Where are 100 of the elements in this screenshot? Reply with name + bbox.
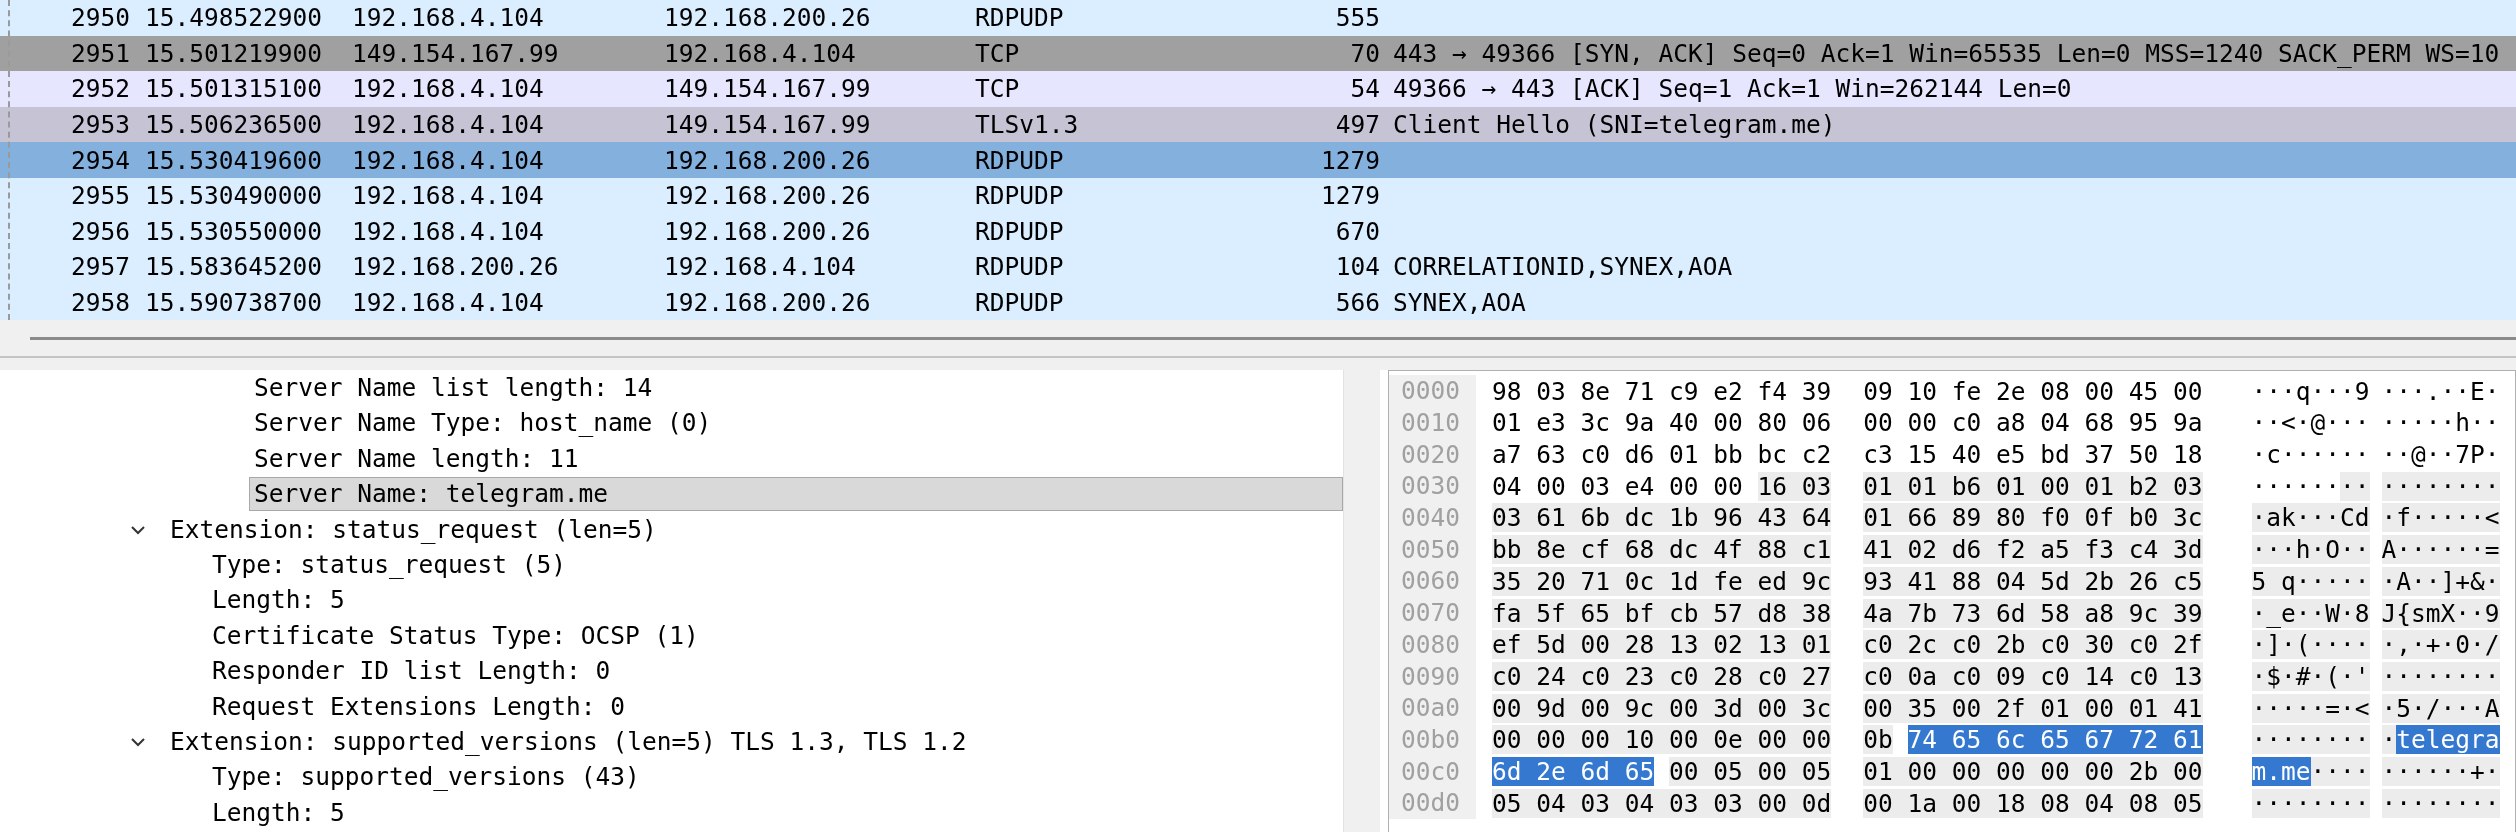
ascii-text[interactable]: ·····=·< xyxy=(2251,693,2370,723)
hex-bytes[interactable]: 01 00 00 00 00 00 2b 00 xyxy=(1863,756,2203,786)
packet-row[interactable]: 2955 15.530490000 192.168.4.104 192.168.200.26 RDPUDP 1279 xyxy=(0,177,2516,214)
ascii-text[interactable]: m.me xyxy=(2251,756,2311,786)
hex-bytes[interactable]: 41 02 d6 f2 a5 f3 c4 3d xyxy=(1863,535,2203,565)
hex-bytes[interactable]: 98 03 8e 71 c9 e2 f4 39 xyxy=(1492,376,1832,406)
packet-info: SYNEX,AOA xyxy=(1393,288,1526,318)
ascii-text[interactable]: · xyxy=(2381,725,2397,755)
hex-bytes[interactable]: 74 65 6c 65 67 72 61 xyxy=(1907,725,2203,755)
tree-item[interactable]: Responder ID list Length: 0 xyxy=(207,654,1343,689)
tree-item[interactable]: Server Name: telegram.me xyxy=(249,477,1343,512)
hex-bytes[interactable]: 01 01 b6 01 00 01 b2 03 xyxy=(1863,471,2203,501)
ascii-text[interactable]: ···q···9 xyxy=(2251,376,2370,406)
ascii-text[interactable]: ········ xyxy=(2251,788,2370,818)
destination-address: 192.168.200.26 xyxy=(664,3,872,33)
source-address: 192.168.4.104 xyxy=(352,145,545,175)
hex-bytes[interactable]: 00 00 c0 a8 04 68 95 9a xyxy=(1863,408,2203,438)
tree-item[interactable]: Extension: status_request (len=5) xyxy=(165,512,1343,547)
packet-row[interactable]: 2954 15.530419600 192.168.4.104 192.168.200.26 RDPUDP 1279 xyxy=(0,142,2516,178)
ascii-text[interactable]: ·····h·· xyxy=(2381,408,2500,438)
packet-length: 1279 xyxy=(1320,181,1380,211)
packet-row[interactable]: 2953 15.506236500 192.168.4.104 149.154.167.99 TLSv1.3 497 Client Hello (SNI=telegram.me) xyxy=(0,106,2516,143)
timestamp: 15.506236500 xyxy=(145,110,323,140)
ascii-text[interactable]: J{smX··9 xyxy=(2381,598,2500,628)
tree-item[interactable]: Length: 5 xyxy=(207,795,1343,830)
hex-bytes[interactable]: 03 61 6b dc 1b 96 43 64 xyxy=(1492,503,1832,533)
ascii-text[interactable]: ···h·O·· xyxy=(2251,535,2370,565)
hex-bytes[interactable]: a7 63 c0 d6 01 bb bc c2 xyxy=(1492,440,1832,470)
packet-row[interactable]: 2956 15.530550000 192.168.4.104 192.168.200.26 RDPUDP 670 xyxy=(0,213,2516,250)
hex-bytes[interactable]: 4a 7b 73 6d 58 a8 9c 39 xyxy=(1863,598,2203,628)
hex-bytes[interactable]: c0 24 c0 23 c0 28 c0 27 xyxy=(1492,661,1832,691)
ascii-text[interactable]: ··@··7P· xyxy=(2381,440,2500,470)
ascii-text[interactable]: ········ xyxy=(2381,788,2500,818)
byte-offset: 0060 xyxy=(1389,565,1476,598)
ascii-text[interactable]: ···.··E· xyxy=(2381,376,2500,406)
hex-bytes[interactable]: bb 8e cf 68 dc 4f 88 c1 xyxy=(1492,535,1832,565)
ascii-text[interactable]: ·c······ xyxy=(2251,440,2370,470)
hex-bytes[interactable]: 00 05 00 05 xyxy=(1669,756,1832,786)
hex-bytes[interactable]: 0b xyxy=(1863,725,1893,755)
ascii-text[interactable]: ·f·····< xyxy=(2381,503,2500,533)
tree-item[interactable]: Extension: supported_versions (len=5) TLS 1.3, TLS 1.2 xyxy=(165,724,1343,759)
ascii-text[interactable]: ··<·@··· xyxy=(2251,408,2370,438)
ascii-text[interactable]: ·· xyxy=(2340,471,2370,501)
scrollbar[interactable] xyxy=(1343,370,1380,832)
hex-bytes[interactable]: c0 2c c0 2b c0 30 c0 2f xyxy=(1863,630,2203,660)
packet-row[interactable]: 2957 15.583645200 192.168.200.26 192.168.4.104 RDPUDP 104 CORRELATIONID,SYNEX,AOA xyxy=(0,249,2516,285)
hex-bytes[interactable]: 35 20 71 0c 1d fe ed 9c xyxy=(1492,566,1832,596)
byte-offset: 0070 xyxy=(1389,597,1476,629)
ascii-text[interactable]: ········ xyxy=(2251,725,2370,755)
hex-bytes[interactable]: c0 0a c0 09 c0 14 c0 13 xyxy=(1863,661,2203,691)
destination-address: 192.168.200.26 xyxy=(664,216,872,246)
hex-bytes[interactable]: 00 9d 00 9c 00 3d 00 3c xyxy=(1492,693,1832,723)
ascii-text[interactable]: ·A··]+&· xyxy=(2381,566,2500,596)
hex-bytes[interactable]: 01 66 89 80 f0 0f b0 3c xyxy=(1863,503,2203,533)
hex-bytes[interactable]: 00 1a 00 18 08 04 08 05 xyxy=(1863,788,2203,818)
hex-bytes[interactable]: 05 04 03 04 03 03 00 0d xyxy=(1492,788,1832,818)
ascii-text[interactable]: telegra xyxy=(2396,725,2500,755)
hex-bytes[interactable]: 6d 2e 6d 65 xyxy=(1492,756,1655,786)
ascii-text[interactable]: ·5·/···A xyxy=(2381,693,2500,723)
tree-item[interactable]: Server Name list length: 14 xyxy=(249,371,1343,406)
ascii-text[interactable]: A······= xyxy=(2381,535,2500,565)
byte-offset: 0040 xyxy=(1389,502,1476,534)
packet-row[interactable]: 2952 15.501315100 192.168.4.104 149.154.167.99 TCP 54 49366 → 443 [ACK] Seq=1 Ack=1 Win=262144 Len=0 xyxy=(0,71,2516,107)
ascii-text[interactable]: ······ xyxy=(2251,471,2341,501)
hex-bytes[interactable]: 00 35 00 2f 01 00 01 41 xyxy=(1863,693,2203,723)
tree-item[interactable]: Certificate Status Type: OCSP (1) xyxy=(207,618,1343,653)
hex-bytes[interactable]: 00 00 00 10 00 0e 00 00 xyxy=(1492,725,1832,755)
protocol: RDPUDP xyxy=(975,145,1065,175)
protocol: TCP xyxy=(975,38,1021,68)
hex-bytes[interactable]: 04 00 03 e4 00 00 xyxy=(1492,471,1743,501)
ascii-text[interactable]: ·,·+·0·/ xyxy=(2381,630,2500,660)
ascii-text[interactable]: ········ xyxy=(2381,471,2500,501)
ascii-text[interactable]: 5 q····· xyxy=(2251,566,2370,596)
tree-item[interactable]: Server Name Type: host_name (0) xyxy=(249,406,1343,441)
tree-item[interactable]: Server Name length: 11 xyxy=(249,441,1343,476)
ascii-text[interactable]: ·ak···Cd xyxy=(2251,503,2370,533)
packet-row[interactable]: 2951 15.501219900 149.154.167.99 192.168.4.104 TCP 70 443 → 49366 [SYN, ACK] Seq=0 Ack=1 Win=65535 Len=0 MSS=1240 SACK_PERM WS=10 xyxy=(0,35,2516,72)
hex-bytes[interactable]: 16 03 xyxy=(1757,471,1832,501)
tree-item[interactable]: Length: 5 xyxy=(207,583,1343,618)
hex-bytes[interactable]: 01 e3 3c 9a 40 00 80 06 xyxy=(1492,408,1832,438)
ascii-text[interactable]: ·]·(···· xyxy=(2251,630,2370,660)
tree-item[interactable]: Type: supported_versions (43) xyxy=(207,760,1343,795)
packet-row[interactable]: 2950 15.498522900 192.168.4.104 192.168.200.26 RDPUDP 555 xyxy=(0,0,2516,36)
protocol: RDPUDP xyxy=(975,216,1065,246)
ascii-text[interactable]: ···· xyxy=(2310,756,2370,786)
packet-row[interactable]: 2958 15.590738700 192.168.4.104 192.168.200.26 RDPUDP 566 SYNEX,AOA xyxy=(0,284,2516,321)
packet-length: 104 xyxy=(1334,252,1380,282)
hex-bytes[interactable]: 93 41 88 04 5d 2b 26 c5 xyxy=(1863,566,2203,596)
ascii-text[interactable]: ········ xyxy=(2381,661,2500,691)
tree-item[interactable]: Type: status_request (5) xyxy=(207,548,1343,582)
hex-bytes[interactable]: ef 5d 00 28 13 02 13 01 xyxy=(1492,630,1832,660)
timestamp: 15.501315100 xyxy=(145,74,323,104)
protocol: RDPUDP xyxy=(975,288,1065,318)
tree-item[interactable]: Request Extensions Length: 0 xyxy=(207,689,1343,724)
ascii-text[interactable]: ·$·#·(·' xyxy=(2251,661,2370,691)
hex-bytes[interactable]: c3 15 40 e5 bd 37 50 18 xyxy=(1863,440,2203,470)
ascii-text[interactable]: ·_e··W·8 xyxy=(2251,598,2370,628)
hex-bytes[interactable]: fa 5f 65 bf cb 57 d8 38 xyxy=(1492,598,1832,628)
hex-bytes[interactable]: 09 10 fe 2e 08 00 45 00 xyxy=(1863,376,2203,406)
ascii-text[interactable]: ······+· xyxy=(2381,756,2500,786)
